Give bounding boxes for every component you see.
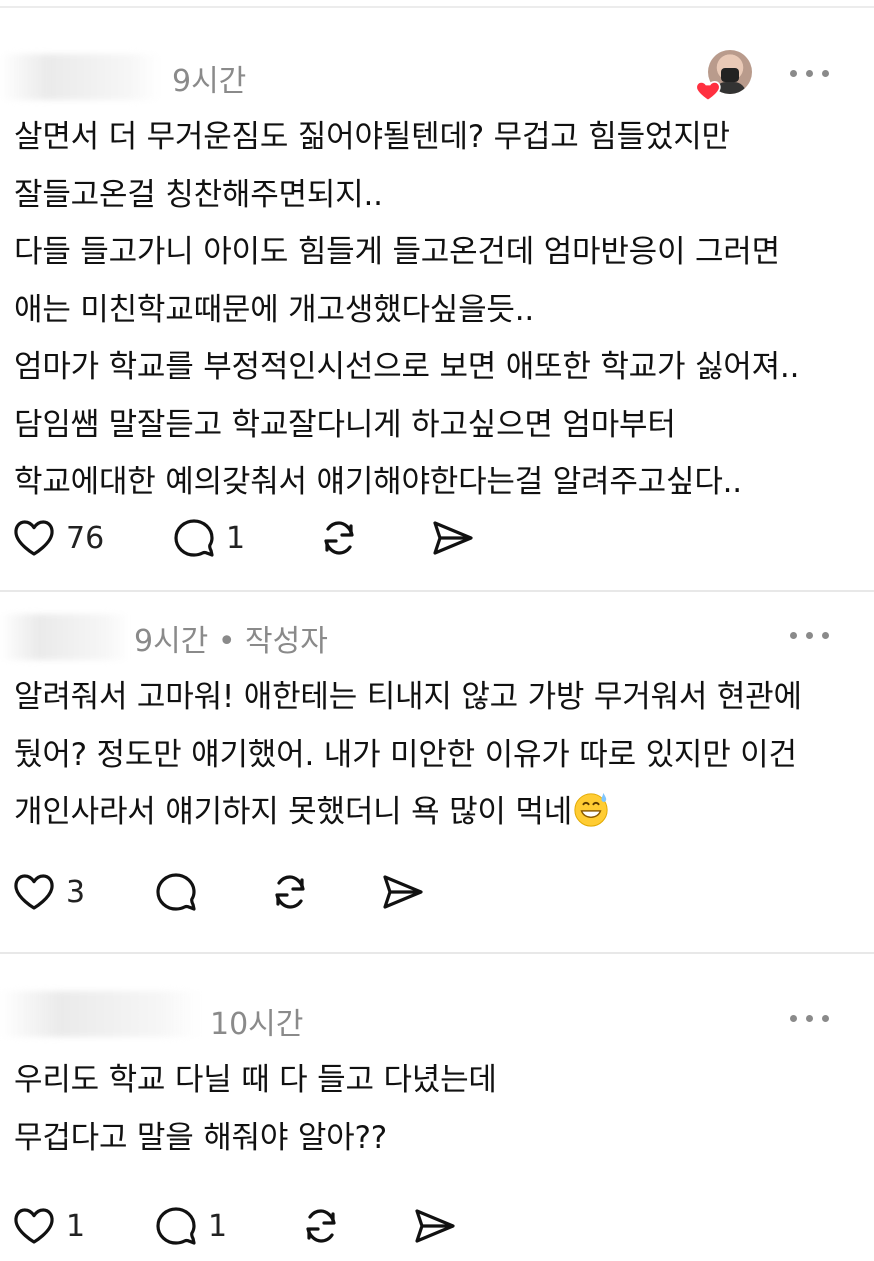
share-button[interactable] xyxy=(378,867,426,917)
post-header: 9시간 • 작성자 xyxy=(0,600,874,670)
body-line: 살면서 더 무거운짐도 짊어야될텐데? 무겁고 힘들었지만 xyxy=(14,119,730,155)
post-divider xyxy=(0,952,874,954)
reply-count: 1 xyxy=(208,1208,228,1244)
share-button[interactable] xyxy=(428,513,476,563)
body-line: 알려줘서 고마워! 애한테는 티내지 않고 가방 무거워서 현관에 xyxy=(14,679,802,715)
send-paper-plane-icon xyxy=(415,1209,455,1243)
grinning-sweat-emoji xyxy=(574,792,608,827)
liked-heart-icon xyxy=(695,80,721,102)
send-paper-plane-icon xyxy=(383,875,423,909)
body-line: 엄마가 학교를 부정적인시선으로 보면 애또한 학교가 싫어져.. xyxy=(14,349,800,385)
share-button[interactable] xyxy=(410,1201,458,1251)
speech-bubble-icon xyxy=(174,519,214,557)
post-body: 알려줘서 고마워! 애한테는 티내지 않고 가방 무거워서 현관에 뒀어? 정도… xyxy=(14,669,802,842)
body-line: 무겁다고 말을 해줘야 알아?? xyxy=(14,1119,387,1156)
post-1: 9시간 살면서 더 무거운짐도 짊어야될텐데? 무겁고 힘들었지만 잘들고온걸 … xyxy=(0,40,874,600)
speech-bubble-icon xyxy=(156,873,196,911)
body-line: 뒀어? 정도만 얘기했어. 내가 미안한 이유가 따로 있지만 이건 xyxy=(14,736,797,773)
body-line: 다들 들고가니 아이도 힘들게 들고온건데 엄마반응이 그러면 xyxy=(14,234,780,270)
top-divider xyxy=(0,6,874,8)
more-dots-icon xyxy=(790,70,797,77)
timestamp: 10시간 xyxy=(210,1007,304,1042)
action-bar: 3 xyxy=(0,867,874,917)
more-options-button[interactable] xyxy=(790,628,830,642)
speech-bubble-icon xyxy=(156,1207,196,1245)
repost-button[interactable] xyxy=(297,1201,345,1251)
body-line: 학교에대한 예의갖춰서 얘기해야한다는걸 알려주고싶다.. xyxy=(14,464,742,500)
username-redacted[interactable] xyxy=(0,991,200,1037)
like-count: 3 xyxy=(66,874,86,910)
repost-arrows-icon xyxy=(306,1209,336,1243)
reply-button[interactable]: 1 xyxy=(152,1201,227,1251)
reply-count: 1 xyxy=(226,520,246,556)
more-dots-icon xyxy=(790,632,797,639)
action-bar: 1 1 xyxy=(0,1201,874,1251)
repost-arrows-icon xyxy=(324,521,354,555)
username-redacted[interactable] xyxy=(0,614,130,660)
like-button[interactable]: 76 xyxy=(10,513,104,563)
heart-outline-icon xyxy=(14,1208,54,1244)
timestamp: 9시간 xyxy=(172,64,247,99)
like-button[interactable]: 3 xyxy=(10,867,85,917)
more-options-button[interactable] xyxy=(790,66,830,80)
post-divider xyxy=(0,590,874,592)
body-line: 애는 미친학교때문에 개고생했다싶을듯.. xyxy=(14,291,535,328)
like-count: 1 xyxy=(66,1208,86,1244)
repost-arrows-icon xyxy=(275,875,305,909)
post-3: 10시간 우리도 학교 다닐 때 다 들고 다녔는데 무겁다고 말을 해줘야 알… xyxy=(0,985,874,1261)
post-2: 9시간 • 작성자 알려줘서 고마워! 애한테는 티내지 않고 가방 무거워서 … xyxy=(0,600,874,950)
like-button[interactable]: 1 xyxy=(10,1201,85,1251)
action-bar: 76 1 xyxy=(0,513,874,563)
body-line: 우리도 학교 다닐 때 다 들고 다녔는데 xyxy=(14,1062,497,1098)
more-options-button[interactable] xyxy=(790,1011,830,1025)
body-line: 담임쌤 말잘듣고 학교잘다니게 하고싶으면 엄마부터 xyxy=(14,406,676,443)
heart-outline-icon xyxy=(14,520,54,556)
like-count: 76 xyxy=(66,520,105,556)
username-redacted[interactable] xyxy=(0,54,160,100)
reply-button[interactable] xyxy=(152,867,208,917)
heart-outline-icon xyxy=(14,874,54,910)
body-line: 잘들고온걸 칭찬해주면되지.. xyxy=(14,176,383,213)
timestamp-author-label: 9시간 • 작성자 xyxy=(134,624,328,659)
repost-button[interactable] xyxy=(266,867,314,917)
send-paper-plane-icon xyxy=(433,521,473,555)
body-line-text: 개인사라서 얘기하지 못했더니 욕 많이 먹네 xyxy=(14,794,573,830)
post-body: 우리도 학교 다닐 때 다 들고 다녔는데 무겁다고 말을 해줘야 알아?? xyxy=(14,1052,497,1167)
post-header: 10시간 xyxy=(0,985,874,1055)
more-dots-icon xyxy=(790,1015,797,1022)
post-body: 살면서 더 무거운짐도 짊어야될텐데? 무겁고 힘들었지만 잘들고온걸 칭찬해주… xyxy=(14,109,799,512)
repost-button[interactable] xyxy=(315,513,363,563)
reply-button[interactable]: 1 xyxy=(170,513,245,563)
body-line: 개인사라서 얘기하지 못했더니 욕 많이 먹네 xyxy=(14,784,802,842)
